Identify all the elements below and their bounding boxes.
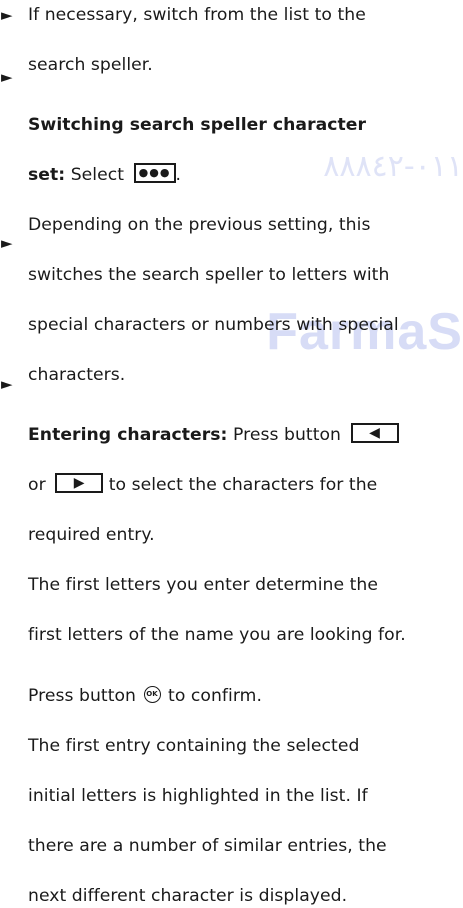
step4-body-line3: there are a number of similar entries, t…: [28, 836, 387, 856]
step3-title: Entering characters:: [28, 425, 228, 445]
bullet-icon: ►: [1, 68, 13, 86]
step2-body-line1: Depending on the previous setting, this: [28, 215, 371, 235]
step2-title-text: Switching search speller character: [28, 115, 366, 135]
step1-line1: If necessary, switch from the list to th…: [28, 5, 366, 25]
right-arrow-key-icon: ▶: [55, 473, 104, 493]
ok-button-icon: OK: [143, 685, 161, 703]
bullet-icon: ►: [1, 375, 13, 393]
step2-title: Switching search speller character: [28, 113, 463, 137]
step2-period: .: [175, 165, 182, 185]
step4-body-line4: next different character is displayed.: [28, 886, 348, 906]
step3-press-label: Press button: [233, 425, 341, 445]
step2-title-cont: set:: [28, 165, 66, 185]
step3-line2: or ▶ to select the characters for the: [28, 473, 463, 497]
step3-line3: required entry.: [28, 525, 155, 545]
step4-press-label: Press button: [28, 686, 136, 706]
step4-line1: Press button OK to confirm.: [28, 684, 463, 708]
step3-or-label: or: [28, 475, 46, 495]
step2-select-label: Select: [70, 165, 125, 185]
bullet-icon: ►: [1, 234, 13, 252]
step4-confirm: to confirm.: [168, 686, 262, 706]
step4-body-line2: initial letters is highlighted in the li…: [28, 786, 368, 806]
step4-body-line1: The first entry containing the selected: [28, 736, 360, 756]
more-dots-key-icon: ●●●: [133, 163, 176, 183]
step3-body-line1: The first letters you enter determine th…: [28, 575, 378, 595]
step2-body-line4: characters.: [28, 365, 126, 385]
step2-body-line3: special characters or numbers with speci…: [28, 315, 399, 335]
step3-select-rest: to select the characters for the: [108, 475, 378, 495]
step3-line1: Entering characters: Press button ◀: [28, 423, 463, 447]
bullet-icon: ►: [1, 6, 13, 24]
manual-page: ٠١١-٨٨٨٤٢ FarmaS ► If necessary, switch …: [0, 0, 463, 906]
left-arrow-key-icon: ◀: [350, 423, 399, 443]
step2-select-line: set: Select ●●●.: [28, 163, 463, 187]
step1-line2: search speller.: [28, 55, 153, 75]
step2-body-line2: switches the search speller to letters w…: [28, 265, 390, 285]
step3-body-line2: first letters of the name you are lookin…: [28, 625, 406, 645]
